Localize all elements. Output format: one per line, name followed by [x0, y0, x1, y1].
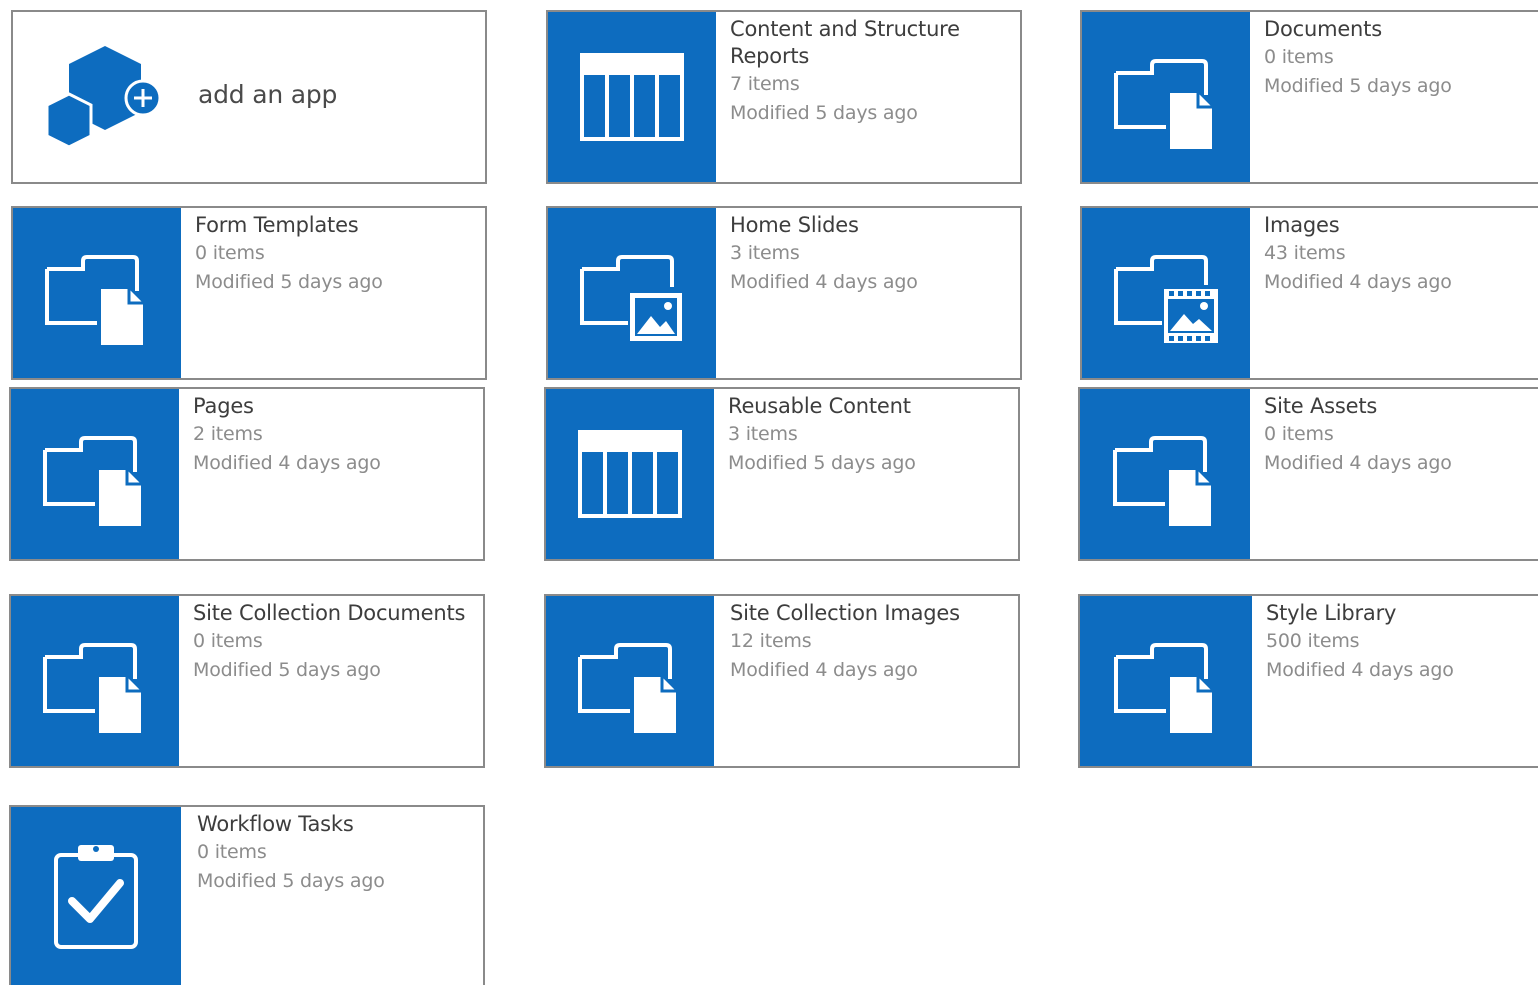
- item-count: 3 items: [728, 423, 798, 445]
- app-tile-reusable-content[interactable]: Reusable Content 3 items Modified 5 days…: [544, 387, 1020, 561]
- app-title: Form Templates: [195, 213, 359, 237]
- document-library-icon: [11, 389, 179, 559]
- item-count: 7 items: [730, 73, 800, 95]
- app-tile-form-templates[interactable]: Form Templates 0 items Modified 5 days a…: [11, 206, 487, 380]
- list-icon: [546, 389, 714, 559]
- item-count: 2 items: [193, 423, 263, 445]
- picture-library-icon: [548, 208, 716, 378]
- modified-date: Modified 4 days ago: [1264, 452, 1452, 474]
- app-tile-workflow-tasks[interactable]: Workflow Tasks 0 items Modified 5 days a…: [9, 805, 485, 985]
- document-library-icon: [1082, 12, 1250, 182]
- app-tile-pages[interactable]: Pages 2 items Modified 4 days ago: [9, 387, 485, 561]
- app-title: Style Library: [1266, 601, 1397, 625]
- app-title: Content and Structure Reports: [730, 17, 960, 68]
- app-title: Pages: [193, 394, 254, 418]
- modified-date: Modified 4 days ago: [1266, 659, 1454, 681]
- item-count: 0 items: [193, 630, 263, 652]
- app-title: Images: [1264, 213, 1340, 237]
- item-count: 43 items: [1264, 242, 1346, 264]
- app-tile-site-collection-images[interactable]: Site Collection Images 12 items Modified…: [544, 594, 1020, 768]
- app-tile-home-slides[interactable]: Home Slides 3 items Modified 4 days ago: [546, 206, 1022, 380]
- item-count: 0 items: [1264, 46, 1334, 68]
- app-tile-documents[interactable]: Documents 0 items Modified 5 days ago: [1080, 10, 1538, 184]
- item-count: 12 items: [730, 630, 812, 652]
- modified-date: Modified 4 days ago: [1264, 271, 1452, 293]
- add-app-label: add an app: [198, 80, 338, 109]
- modified-date: Modified 5 days ago: [195, 271, 383, 293]
- app-tile-content-and-structure-reports[interactable]: Content and Structure Reports 7 items Mo…: [546, 10, 1022, 184]
- modified-date: Modified 5 days ago: [197, 870, 385, 892]
- app-tile-images[interactable]: Images 43 items Modified 4 days ago: [1080, 206, 1538, 380]
- modified-date: Modified 4 days ago: [193, 452, 381, 474]
- asset-library-icon: [1082, 208, 1250, 378]
- item-count: 0 items: [197, 841, 267, 863]
- list-icon: [548, 12, 716, 182]
- app-title: Reusable Content: [728, 394, 911, 418]
- app-title: Documents: [1264, 17, 1382, 41]
- modified-date: Modified 5 days ago: [1264, 75, 1452, 97]
- tasks-icon: [11, 807, 181, 985]
- modified-date: Modified 4 days ago: [730, 659, 918, 681]
- item-count: 500 items: [1266, 630, 1360, 652]
- app-title: Site Collection Documents: [193, 601, 466, 625]
- app-title: Home Slides: [730, 213, 859, 237]
- modified-date: Modified 5 days ago: [730, 102, 918, 124]
- item-count: 0 items: [195, 242, 265, 264]
- app-tile-site-assets[interactable]: Site Assets 0 items Modified 4 days ago: [1078, 387, 1538, 561]
- document-library-icon: [11, 596, 179, 766]
- app-title: Workflow Tasks: [197, 812, 354, 836]
- modified-date: Modified 4 days ago: [730, 271, 918, 293]
- app-tile-style-library[interactable]: Style Library 500 items Modified 4 days …: [1078, 594, 1538, 768]
- document-library-icon: [546, 596, 714, 766]
- document-library-icon: [1080, 596, 1252, 766]
- app-title: Site Assets: [1264, 394, 1378, 418]
- add-an-app-tile[interactable]: add an app: [11, 10, 487, 184]
- app-tile-site-collection-documents[interactable]: Site Collection Documents 0 items Modifi…: [9, 594, 485, 768]
- add-app-icon: [41, 42, 181, 162]
- app-title: Site Collection Images: [730, 601, 960, 625]
- modified-date: Modified 5 days ago: [728, 452, 916, 474]
- document-library-icon: [1080, 389, 1250, 559]
- item-count: 0 items: [1264, 423, 1334, 445]
- document-library-icon: [13, 208, 181, 378]
- modified-date: Modified 5 days ago: [193, 659, 381, 681]
- item-count: 3 items: [730, 242, 800, 264]
